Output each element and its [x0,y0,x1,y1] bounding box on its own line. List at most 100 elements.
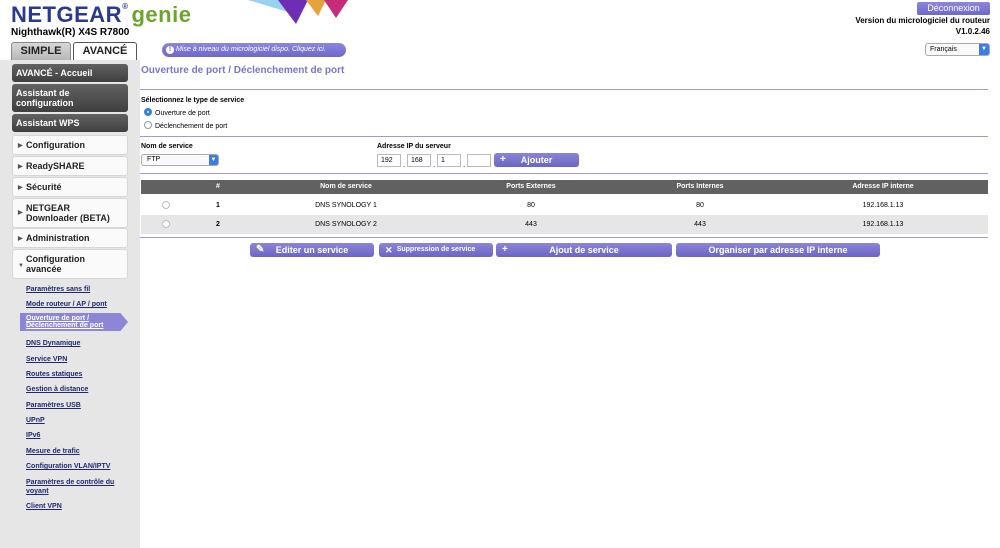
divider [140,237,988,238]
sublink-remote-management[interactable]: Gestion à distance [26,386,88,393]
main-content: Ouverture de port / Déclenchement de por… [140,60,1000,548]
sort-by-ip-button[interactable]: Organiser par adresse IP interne [676,243,880,257]
edit-service-label: Editer un service [275,245,349,255]
sublink-static-routes[interactable]: Routes statiques [26,371,82,378]
sublink-traffic-meter[interactable]: Mesure de trafic [26,448,80,455]
notice-text: Mise à niveau du micrologiciel dispo. Cl… [176,46,326,53]
add-service-label: Ajout de service [549,245,619,255]
delete-service-button[interactable]: ✕ Suppression de service [379,243,493,257]
delete-service-label: Suppression de service [396,246,476,253]
sublink-router-ap-bridge[interactable]: Mode routeur / AP / pont [26,301,107,308]
cell-external-ports: 80 [527,202,535,209]
nav-section-downloader[interactable]: ▶ NETGEAR Downloader (BETA) [12,198,128,228]
pencil-icon: ✎ [256,244,265,255]
brand-netgear: NETGEAR [11,2,123,27]
plus-icon: + [502,244,508,255]
ip-octet-2[interactable]: 168 [407,154,431,167]
chevron-right-icon: ▶ [18,185,23,191]
ip-octet-4[interactable] [467,154,491,167]
sublink-ipv6[interactable]: IPv6 [26,432,40,439]
netgear-genie-logo: NETGEAR® genie [11,2,191,28]
col-num: # [216,183,220,190]
chevron-right-icon: ▶ [18,164,23,170]
plus-icon: + [500,154,506,165]
sidebar: AVANCÉ - Accueil Assistant de configurat… [0,60,140,548]
chevron-right-icon: ▶ [18,143,23,149]
logout-button[interactable]: Déconnexion [917,2,990,15]
info-icon: ! [166,46,174,54]
chevron-right-icon: ▶ [18,236,23,242]
add-button[interactable]: + Ajouter [494,153,579,167]
brand-genie: genie [131,2,192,27]
cell-internal-ports: 80 [696,202,704,209]
col-internal-ip: Adresse IP interne [852,183,914,190]
cell-internal-ports: 443 [694,221,706,228]
col-external-ports: Ports Externes [506,183,556,190]
nav-section-security[interactable]: ▶ Sécurité [12,177,128,197]
tab-simple[interactable]: SIMPLE [11,42,71,60]
edit-service-button[interactable]: ✎ Editer un service [250,243,374,257]
firmware-version: V1.0.2.46 [955,27,990,36]
cell-num: 2 [216,221,220,228]
radio-unselected[interactable] [144,121,152,129]
nav-section-label: Configuration [26,140,85,150]
service-name-select[interactable]: FTP ▼ [141,154,219,166]
nav-advanced-home[interactable]: AVANCÉ - Accueil [12,64,128,82]
cell-internal-ip: 192.168.1.13 [862,221,904,228]
service-name-label: Nom de service [141,143,193,150]
sublink-wireless-settings[interactable]: Paramètres sans fil [26,286,90,293]
language-select[interactable]: Français ▼ [925,43,990,56]
col-internal-ports: Ports Internes [676,183,724,190]
add-button-label: Ajouter [520,155,553,165]
router-model: Nighthawk(R) X4S R7800 [11,27,130,38]
divider [140,173,988,174]
row-select-radio[interactable] [162,220,170,228]
cell-service-name: DNS SYNOLOGY 2 [315,221,377,228]
header: NETGEAR® genie Nighthawk(R) X4S R7800 SIM… [0,0,1000,61]
nav-section-readyshare[interactable]: ▶ ReadySHARE [12,156,128,176]
radio-port-forwarding[interactable]: Ouverture de port [144,108,210,117]
nav-section-advanced-config[interactable]: ▼ Configuration avancée [12,249,128,279]
nav-setup-wizard[interactable]: Assistant de configuration [12,84,128,112]
add-service-button[interactable]: + Ajout de service [496,243,672,257]
chevron-down-icon: ▼ [209,155,218,165]
divider [140,89,988,90]
cell-external-ports: 443 [525,221,537,228]
nav-section-label: Administration [26,233,90,243]
radio-selected[interactable] [144,108,152,116]
sublink-led-control[interactable]: Paramètres de contrôle du voyant [26,478,121,496]
ip-octet-3[interactable]: 1 [437,154,461,167]
sublink-vpn-service[interactable]: Service VPN [26,356,67,363]
sublink-upnp[interactable]: UPnP [26,417,45,424]
sublink-vlan-iptv[interactable]: Configuration VLAN/IPTV [26,463,110,470]
firmware-label: Version du micrologiciel du routeur [855,16,990,25]
table-row[interactable]: 1 DNS SYNOLOGY 1 80 80 192.168.1.13 [141,196,988,215]
table-row[interactable]: 2 DNS SYNOLOGY 2 443 443 192.168.1.13 [141,215,988,234]
cell-service-name: DNS SYNOLOGY 1 [315,202,377,209]
ip-octet-1[interactable]: 192 [377,154,401,167]
ip-separator: . [403,160,406,169]
nav-wps-wizard[interactable]: Assistant WPS [12,114,128,132]
nav-section-configuration[interactable]: ▶ Configuration [12,135,128,155]
tab-advanced[interactable]: AVANCÉ [73,42,137,61]
table-header: # Nom de service Ports Externes Ports In… [141,180,988,194]
chevron-down-icon: ▼ [18,263,24,269]
sublink-vpn-client[interactable]: Client VPN [26,503,62,510]
nav-section-administration[interactable]: ▶ Administration [12,228,128,248]
service-type-label: Sélectionnez le type de service [141,97,245,104]
divider [140,136,988,137]
chevron-down-icon: ▼ [979,44,989,55]
nav-section-label: Sécurité [26,182,62,192]
page-title: Ouverture de port / Déclenchement de por… [141,65,345,76]
radio-port-triggering[interactable]: Déclenchement de port [144,121,228,130]
col-service-name: Nom de service [320,183,372,190]
sublink-dynamic-dns[interactable]: DNS Dynamique [26,340,80,347]
cell-num: 1 [216,202,220,209]
row-select-radio[interactable] [162,201,170,209]
radio-label: Déclenchement de port [155,122,228,130]
firmware-update-notice[interactable]: ! Mise à niveau du micrologiciel dispo. … [162,43,346,57]
sublink-port-forwarding[interactable]: Ouverture de port / Déclenchement de por… [20,313,128,331]
sublink-usb-settings[interactable]: Paramètres USB [26,402,81,409]
nav-section-label: Configuration avancée [26,254,85,274]
close-icon: ✕ [385,245,393,255]
